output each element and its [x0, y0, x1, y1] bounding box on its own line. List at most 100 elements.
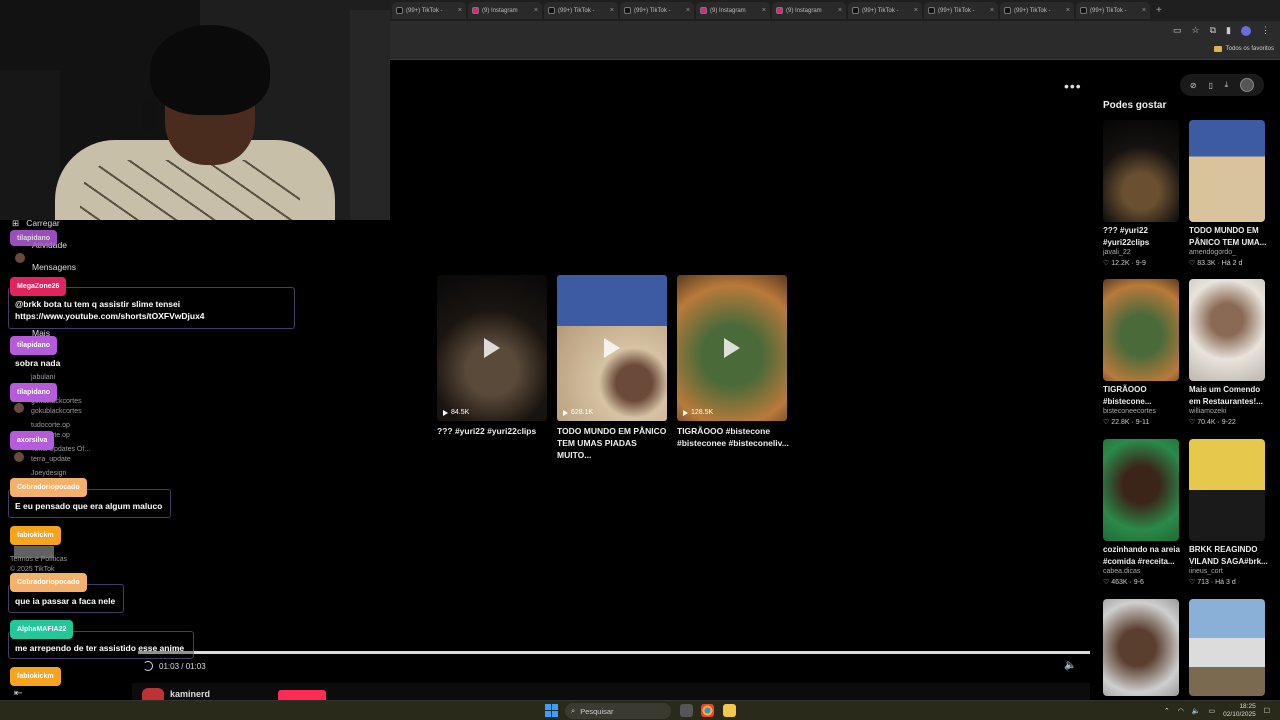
browser-tab[interactable]: (9) Instagram × [468, 2, 542, 19]
notification-icon[interactable]: ☐ [1264, 707, 1270, 715]
windows-taskbar: ⌕ Pesquisar ⌃ ◠ 🔈 ▭ 18:25 02/10/2025 ☐ [0, 700, 1280, 720]
windows-start-icon[interactable] [545, 704, 558, 717]
browser-tab[interactable]: (99+) TikTok - × [1000, 2, 1074, 19]
upload-nav[interactable]: ⊞ Carregar [12, 218, 60, 229]
browser-tab[interactable]: (9) Instagram × [772, 2, 846, 19]
download-icon[interactable]: ⤓ [1225, 80, 1229, 90]
back-icon[interactable]: ⇤ [14, 688, 22, 699]
chat-message-text: que ia passar a faca nele [15, 596, 116, 606]
close-tab-icon[interactable]: × [458, 7, 462, 14]
top-right-actions: ⊘ ▯ ⤓ [1180, 74, 1264, 96]
messages-nav[interactable]: Mensagens [32, 262, 76, 272]
video-title[interactable]: BRKK REAGINDO VILAND SAGA#brk... [1189, 544, 1269, 567]
video-author[interactable]: bisteconeecortes [1103, 408, 1156, 415]
chrome-icon[interactable] [701, 704, 714, 717]
video-thumbnail[interactable] [1189, 439, 1265, 541]
close-tab-icon[interactable]: × [534, 7, 538, 14]
task-view-icon[interactable] [680, 704, 693, 717]
following-account[interactable]: tudocorte.op [31, 422, 70, 429]
replay-icon[interactable] [143, 661, 153, 671]
video-progress-bar[interactable] [138, 651, 1090, 654]
profile-avatar[interactable] [1241, 25, 1251, 36]
video-thumbnail[interactable] [1103, 439, 1179, 541]
following-account[interactable]: Joeydesign [31, 470, 66, 477]
close-tab-icon[interactable]: × [838, 7, 842, 14]
volume-icon[interactable]: 🔈 [1064, 660, 1076, 671]
browser-tab-strip: (99+) TikTok - × (9) Instagram × (99+) TikTo… [390, 0, 1280, 21]
wifi-icon[interactable]: ◠ [1178, 707, 1184, 715]
close-tab-icon[interactable]: × [686, 7, 690, 14]
speaker-icon[interactable]: 🔈 [1192, 707, 1201, 715]
chat-message-text: sobra nada [15, 358, 61, 368]
video-title[interactable]: TODO MUNDO EM PÂNICO TEM UMAS PIADAS MUI… [557, 425, 669, 461]
following-account[interactable]: gokublackcortes [31, 408, 82, 415]
cast-icon[interactable]: ▭ [1173, 25, 1182, 36]
following-account[interactable]: jabulani [31, 374, 55, 381]
close-tab-icon[interactable]: × [1066, 7, 1070, 14]
browser-tab[interactable]: (99+) TikTok - × [848, 2, 922, 19]
close-tab-icon[interactable]: × [1142, 7, 1146, 14]
video-author[interactable]: javali_22 [1103, 249, 1131, 256]
close-tab-icon[interactable]: × [990, 7, 994, 14]
file-explorer-icon[interactable] [723, 704, 736, 717]
avatar [14, 403, 24, 413]
clock[interactable]: 18:25 02/10/2025 [1223, 703, 1256, 719]
chat-message-text: E eu pensado que era algum maluco [15, 501, 163, 511]
video-thumbnail[interactable]: 128.5K [677, 275, 787, 421]
browser-tab[interactable]: (9) Instagram × [696, 2, 770, 19]
compass-icon[interactable]: ⊘ [1190, 81, 1197, 90]
video-thumbnail[interactable]: 84.5K [437, 275, 547, 421]
chevron-up-icon[interactable]: ⌃ [1164, 707, 1170, 715]
user-avatar[interactable] [1240, 78, 1255, 92]
browser-tab[interactable]: (99+) TikTok - × [620, 2, 694, 19]
video-stats: ♡ 12.2K · 9-9 [1103, 260, 1146, 267]
video-thumbnail[interactable] [1103, 599, 1179, 696]
upload-icon: ⊞ [12, 218, 20, 228]
close-tab-icon[interactable]: × [762, 7, 766, 14]
close-tab-icon[interactable]: × [610, 7, 614, 14]
video-author[interactable]: williamozeki [1189, 408, 1226, 415]
views-icon [683, 409, 688, 416]
browser-tab[interactable]: (99+) TikTok - × [544, 2, 618, 19]
author-username[interactable]: kaminerd [170, 689, 210, 699]
video-title[interactable]: TODO MUNDO EM PÂNICO TEM UMA... [1189, 225, 1269, 248]
video-thumbnail[interactable] [1189, 599, 1265, 696]
bookmarks-bar: Todos os favoritos [390, 42, 1280, 60]
more-options-icon[interactable]: ••• [1064, 78, 1082, 94]
video-title[interactable]: cozinhando na areia #comida #receita... [1103, 544, 1183, 567]
video-thumbnail[interactable]: 628.1K [557, 275, 667, 421]
video-thumbnail[interactable] [1103, 120, 1179, 222]
close-tab-icon[interactable]: × [914, 7, 918, 14]
video-title[interactable]: Mais um Comendo em Restaurantes!... [1189, 384, 1269, 407]
video-thumbnail[interactable] [1103, 279, 1179, 381]
play-icon [604, 338, 620, 358]
taskbar-search[interactable]: ⌕ Pesquisar [565, 703, 671, 719]
video-title[interactable]: ??? #yuri22 #yuri22clips [437, 425, 549, 437]
following-account[interactable]: terra_update [31, 456, 71, 463]
browser-tab[interactable]: (99+) TikTok - × [1076, 2, 1150, 19]
chat-username-badge: tilapidano [10, 383, 58, 402]
video-thumbnail[interactable] [1189, 279, 1265, 381]
author-avatar[interactable] [142, 688, 164, 700]
browser-tab[interactable]: (99+) TikTok - × [392, 2, 466, 19]
browser-tab[interactable]: (99+) TikTok - × [924, 2, 998, 19]
extensions-icon[interactable]: ⧉ [1210, 25, 1216, 36]
video-title[interactable]: TIGRÃOOO #bistecone... [1103, 384, 1183, 407]
video-title[interactable]: ??? #yuri22 #yuri22clips [1103, 225, 1183, 248]
new-tab-icon[interactable]: + [1156, 5, 1162, 16]
video-thumbnail[interactable] [1189, 120, 1265, 222]
video-author[interactable]: iineus_cort [1189, 568, 1223, 575]
video-title[interactable]: TIGRÃOOO #bistecone #bisteconee #bisteco… [677, 425, 789, 449]
device-icon[interactable]: ▯ [1208, 81, 1212, 90]
follow-button[interactable] [278, 690, 326, 700]
menu-icon[interactable]: ⋮ [1261, 25, 1270, 36]
bookmark-star-icon[interactable]: ☆ [1192, 25, 1200, 36]
video-author[interactable]: cabea.dicas [1103, 568, 1140, 575]
battery-icon[interactable]: ▭ [1209, 707, 1216, 715]
folder-icon [1213, 46, 1222, 52]
system-tray: ⌃ ◠ 🔈 ▭ 18:25 02/10/2025 ☐ [1164, 703, 1270, 719]
sidebar-icon[interactable]: ▮ [1226, 25, 1231, 36]
video-author[interactable]: amendogordo_ [1189, 249, 1236, 256]
search-icon: ⌕ [571, 706, 576, 715]
all-bookmarks-button[interactable]: Todos os favoritos [1213, 46, 1274, 52]
